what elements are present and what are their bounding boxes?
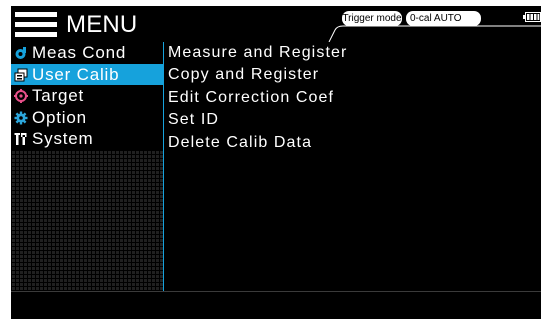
sidebar-item-label: User Calib	[32, 64, 120, 84]
menu-item-delete-calib-data[interactable]: Delete Calib Data	[168, 132, 538, 154]
status-bar: Trigger mode 0-cal AUTO	[11, 6, 541, 42]
battery-icon	[523, 12, 541, 22]
sidebar: Meas Cond User Calib Target Option Syste…	[11, 42, 163, 291]
menu-item-set-id[interactable]: Set ID	[168, 109, 538, 131]
option-icon	[14, 111, 28, 125]
zero-cal-badge: 0-cal AUTO	[406, 11, 481, 26]
footer-divider	[11, 291, 541, 292]
sidebar-item-meas-cond[interactable]: Meas Cond	[11, 42, 163, 64]
device-screen: MENU Trigger mode 0-cal AUTO Meas Cond U…	[11, 6, 541, 319]
sidebar-item-system[interactable]: System	[11, 128, 163, 150]
header-bar: MENU Trigger mode 0-cal AUTO	[11, 6, 541, 42]
submenu-list: Measure and Register Copy and Register E…	[168, 42, 538, 154]
sidebar-item-label: System	[32, 129, 94, 149]
sidebar-item-label: Option	[32, 107, 87, 127]
meas-cond-icon	[15, 47, 26, 59]
sidebar-item-user-calib[interactable]: User Calib	[11, 63, 163, 86]
sidebar-item-option[interactable]: Option	[11, 106, 163, 129]
menu-item-copy-and-register[interactable]: Copy and Register	[168, 64, 538, 86]
sidebar-item-label: Meas Cond	[32, 43, 127, 62]
user-calib-icon	[14, 68, 28, 82]
system-icon	[14, 133, 27, 146]
sidebar-item-target[interactable]: Target	[11, 85, 163, 107]
menu-item-edit-correction-coef[interactable]: Edit Correction Coef	[168, 87, 538, 109]
sidebar-divider	[163, 42, 164, 291]
trigger-mode-badge: Trigger mode	[342, 11, 402, 26]
menu-item-measure-and-register[interactable]: Measure and Register	[168, 42, 538, 64]
sidebar-item-label: Target	[32, 86, 85, 106]
target-icon	[14, 89, 28, 104]
